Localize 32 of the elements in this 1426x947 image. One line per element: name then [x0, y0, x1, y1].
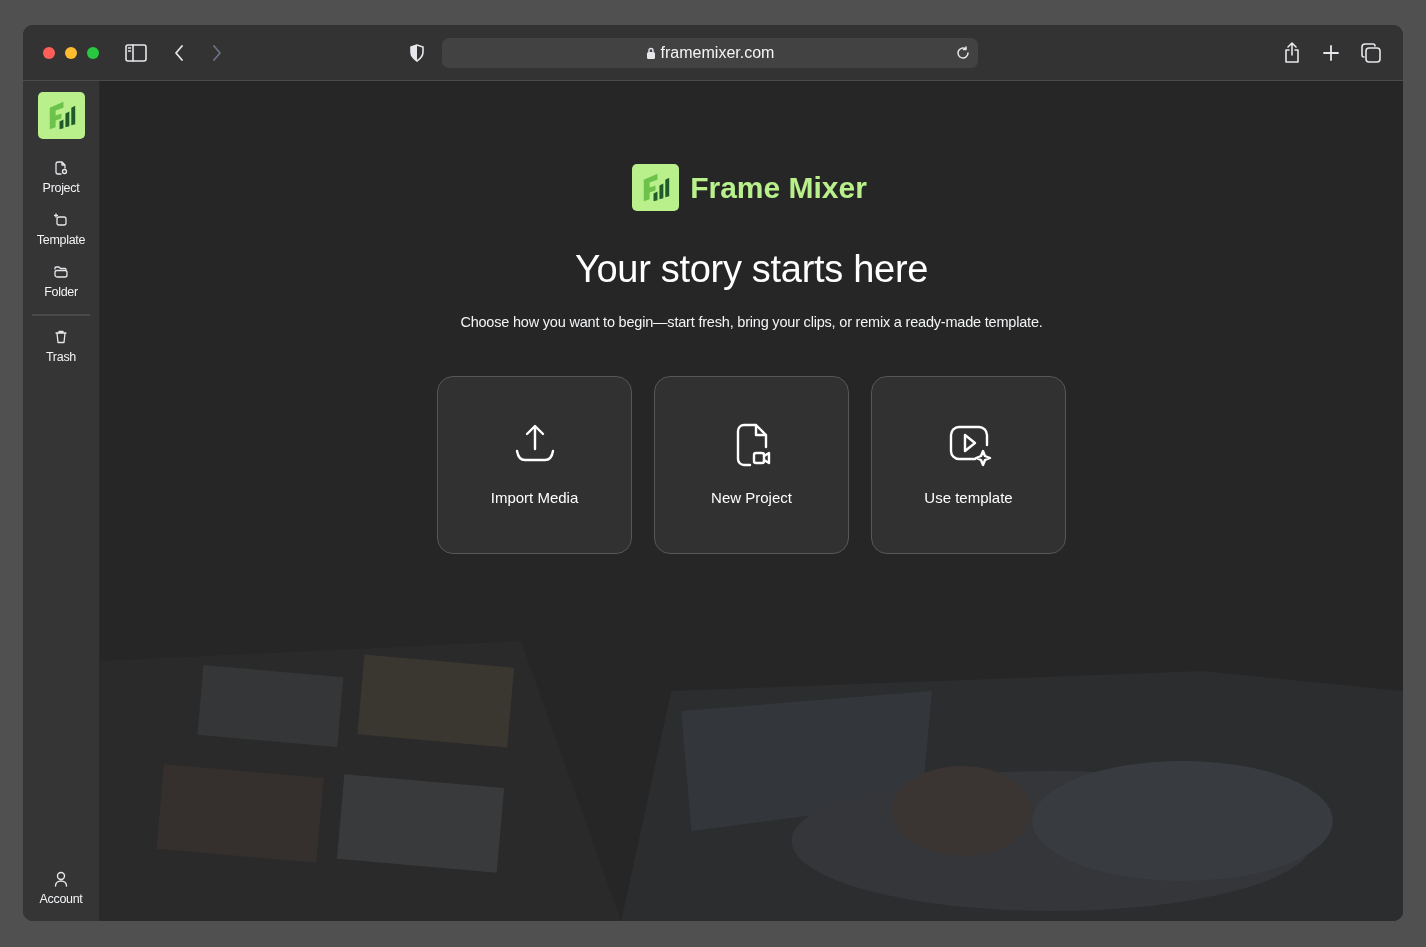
lock-icon	[645, 46, 656, 59]
sidebar-item[interactable]: Folder	[44, 256, 78, 309]
sidebar-item[interactable]: Trash	[46, 322, 76, 374]
sidebar-item[interactable]: Template	[36, 204, 86, 257]
shield-icon[interactable]	[409, 43, 425, 62]
sidebar-item[interactable]: Project	[42, 153, 80, 205]
action-card[interactable]: Use template	[871, 375, 1066, 554]
address-bar[interactable]: framemixer.com	[442, 37, 978, 68]
back-icon[interactable]	[173, 44, 185, 61]
headline: Your story starts here	[574, 247, 929, 292]
template-icon	[53, 211, 69, 228]
plus-icon[interactable]	[1323, 44, 1339, 61]
file-icon	[53, 160, 69, 176]
account-button[interactable]: Account	[39, 871, 83, 909]
close-icon[interactable]	[43, 46, 55, 59]
logo-icon	[632, 164, 680, 211]
tabs-icon[interactable]	[1361, 42, 1381, 63]
maximize-icon[interactable]	[87, 46, 99, 59]
forward-icon[interactable]	[211, 44, 223, 61]
share-icon[interactable]	[1283, 41, 1301, 64]
url-text: framemixer.com	[660, 42, 775, 63]
reload-icon[interactable]	[956, 45, 970, 60]
folder-icon	[53, 263, 69, 280]
subtitle: Choose how you want to begin—start fresh, bring your clips, or remix a ready-made template.	[460, 313, 1043, 332]
user-icon	[54, 871, 68, 888]
app-name: Frame Mixer	[690, 170, 867, 206]
trash-icon	[53, 329, 69, 346]
sidebar-toggle-icon[interactable]	[125, 43, 147, 62]
action-card[interactable]: Import Media	[437, 375, 632, 554]
action-card[interactable]: New Project	[654, 375, 849, 554]
logo-icon	[37, 92, 85, 139]
minimize-icon[interactable]	[65, 46, 77, 59]
